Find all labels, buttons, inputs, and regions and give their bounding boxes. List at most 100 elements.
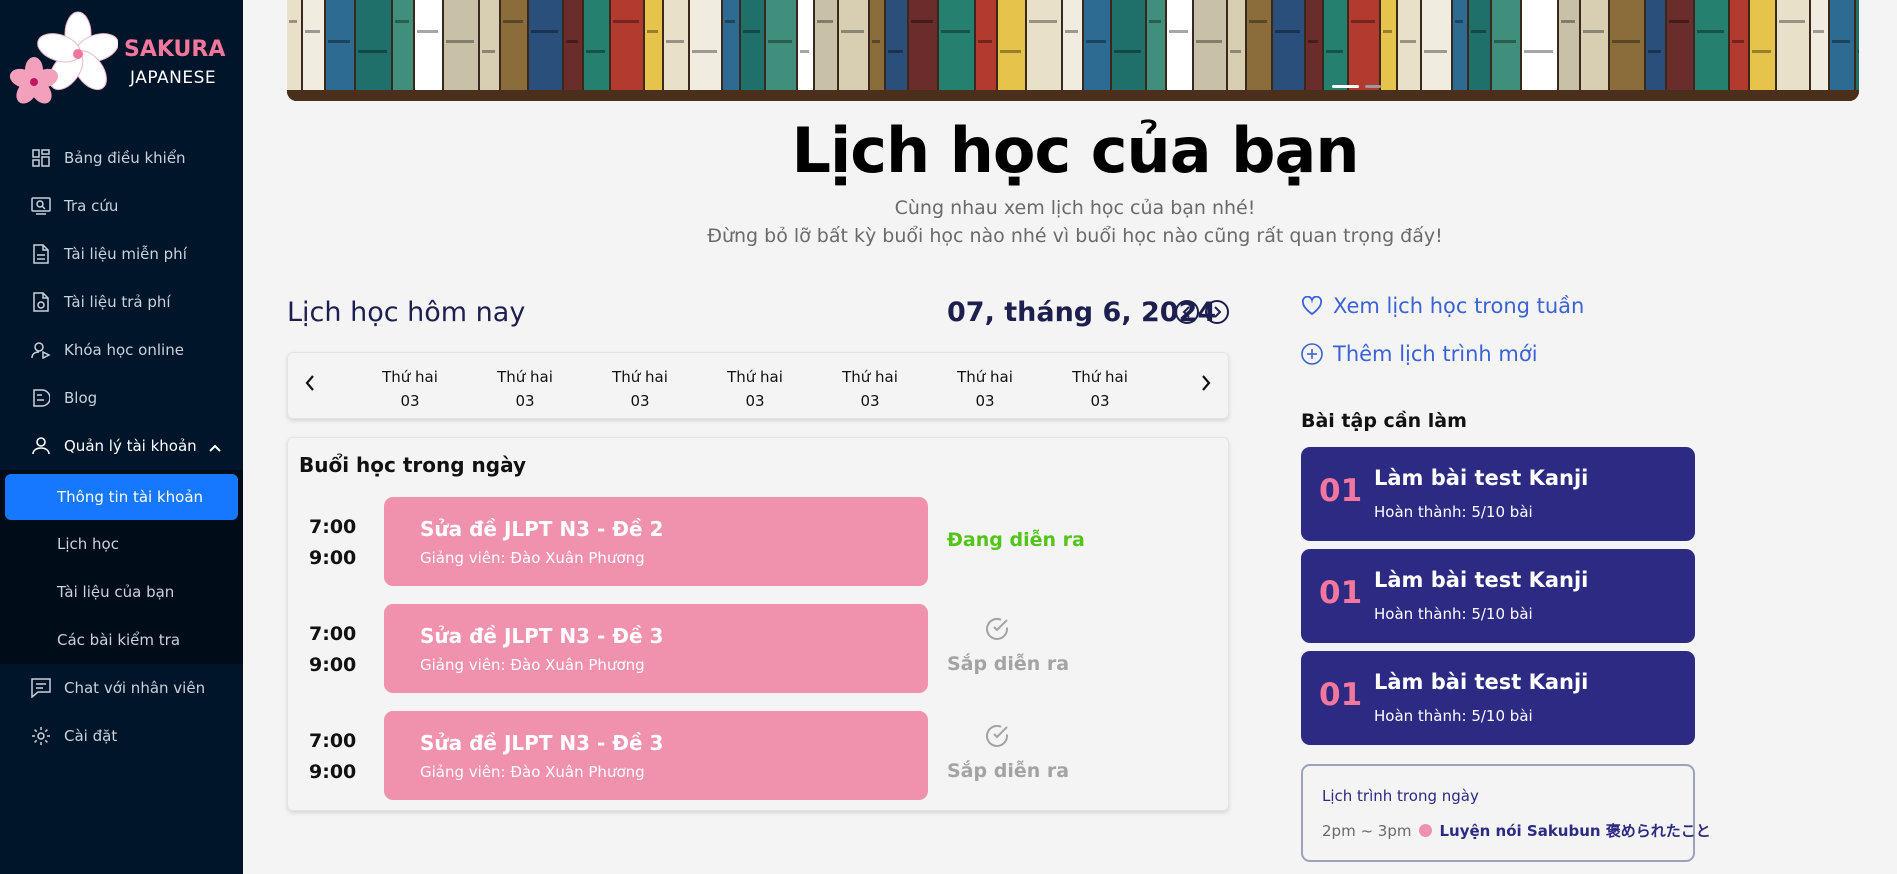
day-item[interactable]: Thứ hai 03 [825, 365, 915, 413]
session-row: 7:00 9:00 Sửa đề JLPT N3 - Đề 3 Giảng vi… [288, 604, 1228, 693]
session-title: Sửa đề JLPT N3 - Đề 3 [420, 624, 664, 648]
sidebar-item-label: Các bài kiểm tra [57, 631, 181, 649]
homework-number: 01 [1319, 677, 1363, 713]
session-card[interactable]: Sửa đề JLPT N3 - Đề 2 Giảng viên: Đào Xu… [384, 497, 928, 586]
session-status-live: Đang diễn ra [947, 529, 1085, 551]
subtitle-line-1: Cùng nhau xem lịch học của bạn nhé! [894, 197, 1256, 219]
sidebar-item-label: Quản lý tài khoản [64, 437, 197, 455]
chevron-left-icon [305, 375, 314, 391]
check-circle-icon [984, 723, 1010, 753]
sidebar-item-account[interactable]: Quản lý tài khoản [0, 422, 243, 470]
homework-card[interactable]: 01 Làm bài test Kanji Hoàn thành: 5/10 b… [1301, 549, 1695, 643]
homework-card[interactable]: 01 Làm bài test Kanji Hoàn thành: 5/10 b… [1301, 651, 1695, 745]
session-end: 9:00 [309, 547, 357, 569]
session-card[interactable]: Sửa đề JLPT N3 - Đề 3 Giảng viên: Đào Xu… [384, 711, 928, 800]
week-day-picker: Thứ hai 03 Thứ hai 03 Thứ hai 03 Thứ hai 03 … [287, 352, 1229, 419]
chevron-up-icon [209, 438, 221, 456]
week-prev-button[interactable] [304, 373, 316, 398]
chevron-left-icon [1182, 306, 1190, 318]
paid-document-icon [31, 292, 51, 312]
session-card[interactable]: Sửa đề JLPT N3 - Đề 3 Giảng viên: Đào Xu… [384, 604, 928, 693]
homework-number: 01 [1319, 473, 1363, 509]
plus-circle-icon [1301, 343, 1323, 365]
day-number: 03 [630, 392, 650, 410]
today-schedule-heading: Lịch học hôm nay [287, 297, 526, 328]
sidebar-item-schedule[interactable]: Lịch học [0, 520, 243, 568]
logo[interactable]: SAKURA JAPANESE [8, 10, 238, 110]
week-next-button[interactable] [1200, 373, 1212, 398]
prev-date-button[interactable] [1175, 300, 1199, 324]
sidebar-item-label: Thông tin tài khoản [57, 488, 204, 506]
next-date-button[interactable] [1205, 300, 1229, 324]
session-start: 7:00 [309, 623, 357, 645]
homework-progress: Hoàn thành: 5/10 bài [1374, 605, 1533, 623]
bookshelf-image [287, 0, 1859, 101]
day-number: 03 [745, 392, 765, 410]
sakura-flower-logo-icon [9, 11, 118, 104]
homework-title: Làm bài test Kanji [1374, 670, 1589, 694]
user-icon [31, 436, 51, 456]
chevron-right-icon [1202, 375, 1211, 391]
blog-icon [31, 388, 51, 408]
day-number: 03 [1090, 392, 1110, 410]
session-row: 7:00 9:00 Sửa đề JLPT N3 - Đề 3 Giảng vi… [288, 711, 1228, 800]
sidebar-item-blog[interactable]: Blog [0, 374, 243, 422]
day-name: Thứ hai [957, 368, 1013, 386]
carousel-dot-active[interactable] [1332, 85, 1359, 88]
session-end: 9:00 [309, 654, 357, 676]
carousel-dot[interactable] [1365, 85, 1381, 88]
view-week-schedule-link[interactable]: Xem lịch học trong tuần [1301, 294, 1584, 318]
event-dot [1419, 824, 1433, 837]
sidebar-item-online-course[interactable]: Khóa học online [0, 326, 243, 374]
heart-icon [1301, 296, 1323, 316]
sidebar-item-settings[interactable]: Cài đặt [0, 712, 243, 760]
session-status-upcoming: Sắp diễn ra [947, 653, 1070, 675]
day-number: 03 [860, 392, 880, 410]
banner-carousel[interactable] [287, 0, 1859, 101]
day-number: 03 [515, 392, 535, 410]
day-name: Thứ hai [1072, 368, 1128, 386]
sidebar-item-label: Lịch học [57, 535, 119, 553]
page-title: Lịch học của bạn [791, 114, 1360, 187]
page-subtitle: Cùng nhau xem lịch học của bạn nhé! Đừng… [0, 194, 1897, 250]
daily-plan-event: Luyện nói Sakubun 褒められたこと [1439, 822, 1711, 840]
sidebar-item-label: Khóa học online [64, 341, 184, 359]
chat-icon [31, 678, 51, 698]
sidebar-item-label: Cài đặt [64, 727, 118, 745]
sidebar-item-tests[interactable]: Các bài kiểm tra [0, 616, 243, 664]
subtitle-line-2: Đừng bỏ lỡ bất kỳ buổi học nào nhé vì bu… [707, 225, 1443, 247]
session-teacher: Giảng viên: Đào Xuân Phương [420, 549, 645, 567]
daily-plan-card[interactable]: Lịch trình trong ngày 2pm ~ 3pm Luyện nó… [1301, 764, 1711, 862]
brand-name: SAKURA [124, 37, 226, 62]
day-item[interactable]: Thứ hai 03 [940, 365, 1030, 413]
sidebar-item-your-docs[interactable]: Tài liệu của bạn [0, 568, 243, 616]
session-start: 7:00 [309, 730, 357, 752]
daily-plan-item: 2pm ~ 3pm Luyện nói Sakubun 褒められたこと [1322, 820, 1711, 841]
session-time: 7:00 9:00 [309, 619, 356, 681]
day-item[interactable]: Thứ hai 03 [1055, 365, 1145, 413]
day-item[interactable]: Thứ hai 03 [595, 365, 685, 413]
homework-heading: Bài tập cần làm [1301, 410, 1467, 432]
sidebar-item-label: Tài liệu của bạn [57, 583, 175, 601]
session-title: Sửa đề JLPT N3 - Đề 2 [420, 517, 664, 541]
day-name: Thứ hai [727, 368, 783, 386]
homework-number: 01 [1319, 575, 1363, 611]
day-item[interactable]: Thứ hai 03 [710, 365, 800, 413]
carousel-dots [1332, 85, 1381, 88]
sidebar-item-paid-docs[interactable]: Tài liệu trả phí [0, 278, 243, 326]
add-schedule-link[interactable]: Thêm lịch trình mới [1301, 342, 1538, 366]
daily-plan-time: 2pm ~ 3pm [1322, 821, 1412, 840]
sidebar-item-label: Chat với nhân viên [64, 679, 206, 697]
daily-sessions-panel: Buổi học trong ngày 7:00 9:00 Sửa đề JLP… [287, 437, 1229, 811]
day-name: Thứ hai [612, 368, 668, 386]
homework-progress: Hoàn thành: 5/10 bài [1374, 503, 1533, 521]
day-item[interactable]: Thứ hai 03 [480, 365, 570, 413]
day-name: Thứ hai [842, 368, 898, 386]
gear-icon [31, 726, 51, 746]
day-name: Thứ hai [497, 368, 553, 386]
sidebar-item-account-info[interactable]: Thông tin tài khoản [5, 474, 238, 520]
homework-card[interactable]: 01 Làm bài test Kanji Hoàn thành: 5/10 b… [1301, 447, 1695, 541]
day-item[interactable]: Thứ hai 03 [365, 365, 455, 413]
day-number: 03 [400, 392, 420, 410]
sidebar-item-chat[interactable]: Chat với nhân viên [0, 664, 243, 712]
